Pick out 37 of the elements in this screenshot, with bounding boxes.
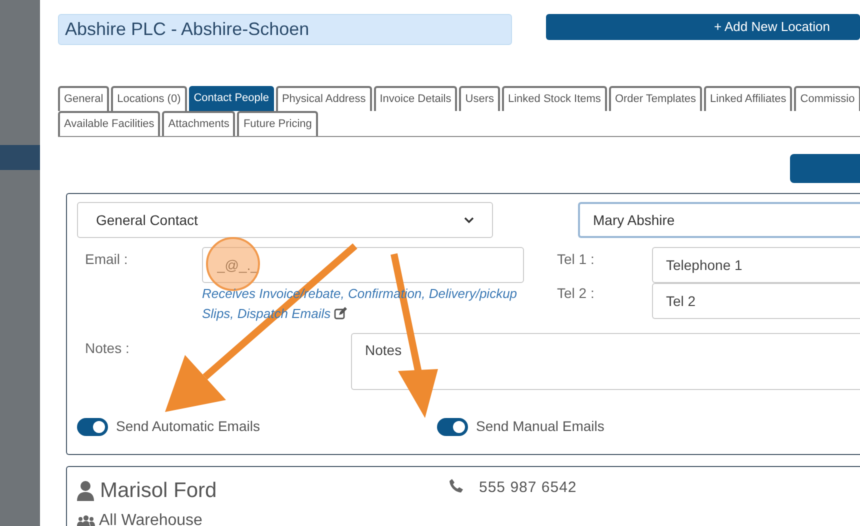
tab[interactable]: Linked Stock Items (502, 86, 607, 111)
notes-label: Notes : (85, 339, 130, 358)
tab[interactable]: Order Templates (608, 86, 702, 111)
edit-icon[interactable] (334, 307, 348, 320)
people-icon (77, 514, 95, 526)
contact-type-select[interactable]: General Contact (77, 202, 493, 238)
tab[interactable]: Invoice Details (374, 86, 458, 111)
tab[interactable]: Contact People (188, 86, 274, 111)
tel-1-label: Tel 1 : (556, 250, 596, 269)
add-location-button[interactable]: + Add New Location (546, 14, 860, 40)
tel-2-label: Tel 2 : (556, 284, 596, 303)
tab[interactable]: Commissio (794, 86, 860, 111)
notes-field[interactable]: Notes (351, 333, 860, 390)
contact-group: All Warehouse (99, 508, 202, 526)
company-title: Abshire PLC - Abshire-Schoen (58, 14, 512, 45)
person-icon (77, 480, 94, 501)
toggle-switch[interactable] (437, 418, 468, 436)
tab[interactable]: Physical Address (276, 86, 372, 111)
contact-phone: 555 987 6542 (479, 478, 577, 498)
contact-name-field[interactable]: Mary Abshire (578, 202, 860, 238)
tab[interactable]: Future Pricing (237, 111, 318, 136)
tab[interactable]: General (58, 86, 110, 111)
toggle-label: Send Manual Emails (476, 417, 604, 436)
tab[interactable]: Attachments (162, 111, 236, 136)
email-field[interactable]: _@_._ (202, 247, 524, 283)
tab[interactable]: Users (459, 86, 500, 111)
toggle-switch[interactable] (77, 418, 108, 436)
contact-name: Marisol Ford (100, 478, 217, 504)
toggle-label: Send Automatic Emails (116, 417, 260, 436)
phone-icon (449, 479, 463, 493)
tab[interactable]: Available Facilities (58, 111, 160, 136)
tel-1-field[interactable]: Telephone 1 (652, 247, 860, 283)
email-label: Email : (85, 250, 129, 269)
tel-2-field[interactable]: Tel 2 (652, 283, 860, 319)
chevron-down-icon (464, 216, 474, 224)
tab[interactable]: Locations (0) (111, 86, 187, 111)
tab[interactable]: Linked Affiliates (704, 86, 792, 111)
